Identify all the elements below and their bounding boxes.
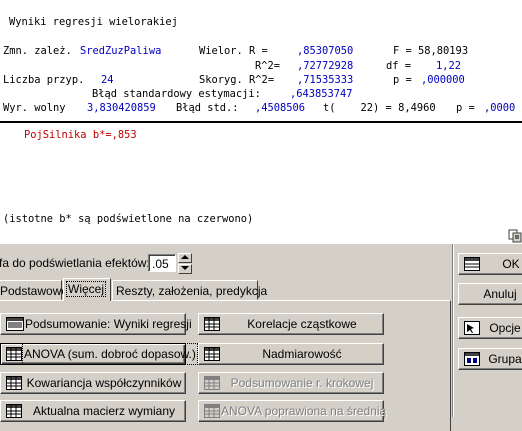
significance-note: (istotne b* są podświetlone na czerwono) — [3, 213, 254, 225]
partial-correlations-label: Korelacje cząstkowe — [247, 317, 357, 331]
p-label: p = — [393, 74, 412, 86]
intercept-se-value: ,4508506 — [255, 102, 306, 114]
std-error-value: ,643853747 — [290, 88, 353, 100]
cancel-label: Anuluj — [483, 287, 517, 301]
redundancy-button[interactable]: Nadmiarowość — [198, 343, 384, 365]
df-label: df = — [386, 60, 412, 72]
redundancy-label: Nadmiarowość — [262, 347, 342, 361]
cases-value: 24 — [101, 74, 114, 86]
tab-podstawowe[interactable]: Podstawowe — [0, 280, 68, 300]
anova-button[interactable]: ANOVA (sum. dobroć dopasow.) — [0, 343, 198, 365]
options-arrow-icon — [464, 321, 480, 335]
results-title: Wyniki regresji wielorakiej — [9, 16, 178, 28]
tab-wiecej[interactable]: Więcej — [63, 278, 111, 301]
group-button[interactable]: Grupar — [458, 348, 522, 370]
covariance-button[interactable]: Kowariancja współczynników — [0, 372, 186, 394]
table-grid-icon — [464, 257, 480, 271]
cancel-button[interactable]: Anuluj — [458, 283, 522, 305]
sweep-matrix-button[interactable]: Aktualna macierz wymiany — [0, 400, 186, 422]
table-grid-icon — [204, 347, 220, 361]
table-grid-icon — [6, 347, 22, 361]
f-statistic: F = 58,80193 — [393, 45, 469, 57]
ok-button[interactable]: OK — [458, 253, 522, 275]
multiple-r-value: ,85307050 — [297, 45, 354, 57]
summary-results-button[interactable]: Podsumowanie: Wyniki regresji — [0, 313, 192, 335]
adjusted-r2-label: Skoryg. R^2= — [199, 74, 275, 86]
group-icon — [464, 352, 480, 366]
table-grid-icon — [6, 376, 22, 390]
p-value: ,000000 — [421, 74, 465, 86]
alpha-input[interactable]: .05 — [148, 254, 176, 272]
table-grid-icon — [204, 376, 220, 390]
copy-output-icon[interactable] — [508, 229, 522, 243]
spin-down-icon[interactable] — [178, 264, 192, 274]
table-grid-icon — [204, 404, 220, 418]
spin-up-icon[interactable] — [178, 253, 192, 263]
stepwise-summary-label: Podsumowanie r. krokowej — [230, 376, 374, 390]
output-divider — [0, 121, 522, 123]
alpha-spinner[interactable] — [178, 253, 192, 274]
summary-results-label: Podsumowanie: Wyniki regresji — [25, 317, 192, 331]
table-grid-icon — [204, 317, 220, 331]
tab-wiecej-label: Więcej — [65, 281, 107, 297]
df-value: 1,22 — [436, 60, 462, 72]
stepwise-summary-button: Podsumowanie r. krokowej — [198, 372, 384, 394]
r-squared-label: R^2= — [255, 60, 281, 72]
dependent-var-value: SredZuzPaliwa — [80, 45, 162, 57]
multiple-r-label: Wielor. R = — [199, 45, 268, 57]
summary-sheet-icon — [6, 317, 24, 331]
r-squared-value: ,72772928 — [297, 60, 354, 72]
covariance-label: Kowariancja współczynników — [26, 376, 182, 390]
side-separator — [452, 244, 454, 417]
intercept-label: Wyr. wolny — [3, 102, 66, 114]
intercept-p-value: ,0000 — [484, 102, 516, 114]
anova-mean-corrected-label: ANOVA poprawiona na średnią — [221, 404, 387, 418]
tab-reszty[interactable]: Reszty, założenia, predykcja — [112, 280, 267, 300]
significant-effect: PojSilnika b*=,853 — [24, 129, 137, 141]
intercept-p-label: p = — [456, 102, 475, 114]
dependent-var-label: Zmn. zależ. — [3, 45, 72, 57]
t-statistic: t( 22) = 8,4960 — [323, 102, 436, 114]
table-grid-icon — [6, 404, 22, 418]
std-error-label: Błąd standardowy estymacji: — [92, 88, 261, 100]
cases-label: Liczba przyp. — [3, 74, 85, 86]
sweep-matrix-label: Aktualna macierz wymiany — [32, 404, 176, 418]
options-button[interactable]: Opcje — [458, 317, 522, 339]
partial-correlations-button[interactable]: Korelacje cząstkowe — [198, 313, 384, 335]
adjusted-r2-value: ,71535333 — [297, 74, 354, 86]
results-output-pane: Wyniki regresji wielorakiej Zmn. zależ. … — [0, 0, 522, 244]
alpha-label: fa do podświetlania efektów: — [0, 256, 150, 270]
anova-label: ANOVA (sum. dobroć dopasow.) — [22, 343, 198, 365]
anova-mean-corrected-button: ANOVA poprawiona na średnią — [198, 400, 387, 422]
intercept-value: 3,830420859 — [87, 102, 156, 114]
intercept-se-label: Błąd std.: — [176, 102, 239, 114]
